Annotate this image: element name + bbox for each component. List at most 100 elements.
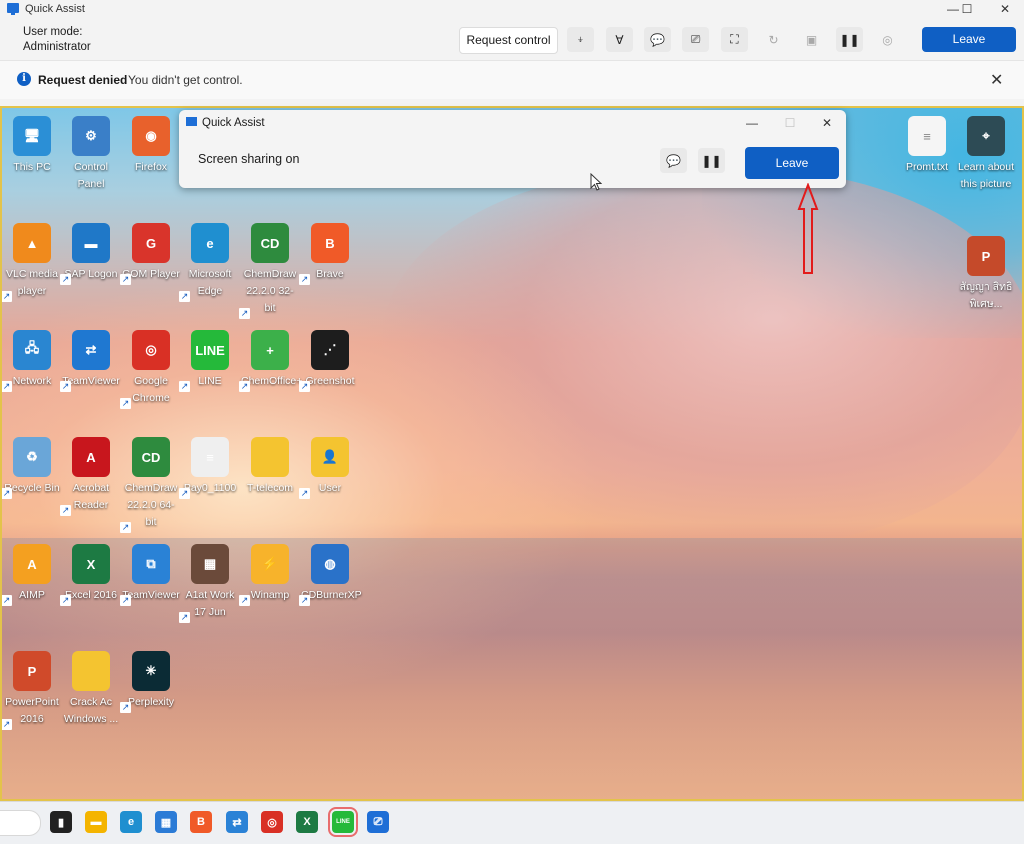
taskbar-task-view-icon[interactable]: ▮ [50,811,72,833]
app-icon: P [13,651,51,691]
desktop-icon[interactable]: P สัญญา สิทธิพิเศษ... [957,236,1015,313]
taskbar-edge-icon[interactable]: e [120,811,142,833]
taskbar-line-icon[interactable]: LINE [328,807,358,837]
shortcut-arrow-icon: ↗ [120,595,131,606]
task-manager-button[interactable]: ▣ [798,27,825,52]
desktop-icon-label: Learn about this picture [957,161,1015,190]
chat-button[interactable]: 💬 [644,27,671,52]
desktop-icon[interactable]: ⋰ Greenshot ↗ [299,330,359,392]
app-icon: G [132,223,170,263]
app-icon: LINE [191,330,229,370]
title-bar: Quick Assist — ☐ ✕ [0,0,1024,18]
desktop-icon[interactable]: LINE LINE ↗ [179,330,239,392]
desktop-icon[interactable]: X Excel 2016 ↗ [60,544,120,606]
shortcut-arrow-icon: ↗ [2,719,12,730]
app-icon: ⚙ [72,116,110,156]
shortcut-arrow-icon: ↗ [60,381,71,392]
user-mode-value: Administrator [23,41,91,53]
pause-button[interactable]: ❚❚ [836,27,863,52]
leave-button[interactable]: Leave [922,27,1016,52]
shared-screen[interactable]: 🖥 This PC ⚙ Control Panel ◉ Firefox ▲ VLC media… [0,106,1024,801]
app-icon: 🖧 [13,330,51,370]
desktop-icon[interactable]: ◉ Firefox [122,116,180,176]
desktop-icon[interactable]: A AIMP ↗ [2,544,61,606]
desktop-icon[interactable]: G GOM Player ↗ [120,223,180,285]
desktop-icon[interactable]: ⚡ Winamp ↗ [239,544,299,606]
switch-monitor-button[interactable]: ⎚ [682,27,709,52]
laser-pointer-button[interactable]: ⍖ [567,27,594,52]
fit-screen-button[interactable]: ⛶ [721,27,748,52]
maximize-button[interactable]: ☐ [952,1,982,17]
desktop-icon[interactable]: ⚙ Control Panel [62,116,120,193]
remote-quick-assist-window: Quick Assist — ☐ ✕ Screen sharing on 💬 ❚… [179,110,846,188]
pause-icon: ❚❚ [701,153,722,168]
taskbar-file-explorer-icon[interactable]: ▬ [85,811,107,833]
dismiss-notification-button[interactable]: ✕ [990,70,1003,90]
app-icon: 👤 [311,437,349,477]
remote-leave-button[interactable]: Leave [745,147,839,179]
app-icon: CD [251,223,289,263]
desktop-icon[interactable]: ≡ Promt.txt [898,116,956,176]
desktop-icon[interactable]: B Brave ↗ [299,223,359,285]
remote-chat-button[interactable]: 💬 [660,148,687,173]
restart-icon: ↻ [768,32,779,47]
request-control-button[interactable]: Request control [459,27,558,54]
desktop-icon[interactable]: A Acrobat Reader ↗ [60,437,120,516]
remote-pause-button[interactable]: ❚❚ [698,148,725,173]
taskbar-microsoft-store-icon[interactable]: ▦ [155,811,177,833]
close-button[interactable]: ✕ [990,1,1020,17]
app-icon: P [967,236,1005,276]
notification-title: Request denied [38,73,128,87]
remote-minimize-button[interactable]: — [737,115,767,131]
desktop-icon[interactable]: ▬ SAP Logon ↗ [60,223,120,285]
chat-icon: 💬 [666,153,681,168]
desktop-icon[interactable]: ≡ Pay0_1100 ↗ [179,437,239,499]
taskbar-search[interactable] [0,810,41,836]
desktop-icon[interactable]: ⧉ TeamViewer ↗ [120,544,180,606]
restart-button[interactable]: ↻ [760,27,787,52]
desktop-icon[interactable]: T-telecom [241,437,299,497]
desktop-icon[interactable]: ◍ CDBurnerXP ↗ [299,544,362,606]
desktop-icon[interactable]: ◎ Google Chrome ↗ [120,330,180,409]
quick-assist-toolbar: User mode: Administrator Request control… [0,18,1024,60]
taskbar-quick-assist-icon[interactable]: ⇄ [226,811,248,833]
window-title: Quick Assist [25,3,85,15]
details-icon: ◎ [882,32,893,47]
desktop-icon[interactable]: + ChemOffice+ ↗ [239,330,302,392]
shortcut-arrow-icon: ↗ [179,381,190,392]
desktop-icon[interactable]: ▦ A1at Work 17 Jun ↗ [179,544,239,623]
desktop-icon[interactable]: CD ChemDraw 22.2.0 32-bit ↗ [239,223,299,319]
desktop-icon[interactable]: 🖥 This PC [3,116,61,176]
taskbar-brave-icon[interactable]: B [190,811,212,833]
desktop-icon[interactable]: CD ChemDraw 22.2.0 64-bit ↗ [120,437,180,533]
user-mode: User mode: Administrator [23,25,91,55]
desktop-icon[interactable]: 🖧 Network ↗ [2,330,61,392]
app-icon: 🖥 [13,116,51,156]
desktop-icon[interactable]: ⇄ TeamViewer ↗ [60,330,120,392]
desktop-icon-label: T-telecom [246,482,294,494]
taskbar-chrome-icon[interactable]: ◎ [261,811,283,833]
taskbar-quick-assist-2-icon[interactable]: ⎚ [367,811,389,833]
desktop-icon[interactable]: P PowerPoint 2016 ↗ [2,651,61,730]
app-icon: ✳ [132,651,170,691]
remote-maximize-button[interactable]: ☐ [775,115,805,131]
desktop-icon[interactable]: 👤 User ↗ [299,437,359,499]
shortcut-arrow-icon: ↗ [299,488,310,499]
annotate-pen-button[interactable]: ∀ [606,27,633,52]
task-manager-icon: ▣ [805,32,818,47]
desktop-icon-label: Crack Ac Windows ... [63,696,119,725]
remote-close-button[interactable]: ✕ [812,115,842,131]
annotate-pen-icon: ∀ [615,32,624,47]
desktop-icon[interactable]: ▲ VLC media player ↗ [2,223,61,302]
shortcut-arrow-icon: ↗ [120,274,131,285]
details-button[interactable]: ◎ [874,27,901,52]
app-icon: ≡ [908,116,946,156]
desktop-icon[interactable]: ⌖ Learn about this picture [957,116,1015,193]
app-icon: ⋰ [311,330,349,370]
shortcut-arrow-icon: ↗ [239,308,250,319]
desktop-icon[interactable]: ♻ Recycle Bin ↗ [2,437,61,499]
desktop-icon[interactable]: e Microsoft Edge ↗ [179,223,239,302]
desktop-icon[interactable]: ✳ Perplexity ↗ [120,651,180,713]
desktop-icon[interactable]: Crack Ac Windows ... [62,651,120,728]
taskbar-excel-icon[interactable]: X [296,811,318,833]
